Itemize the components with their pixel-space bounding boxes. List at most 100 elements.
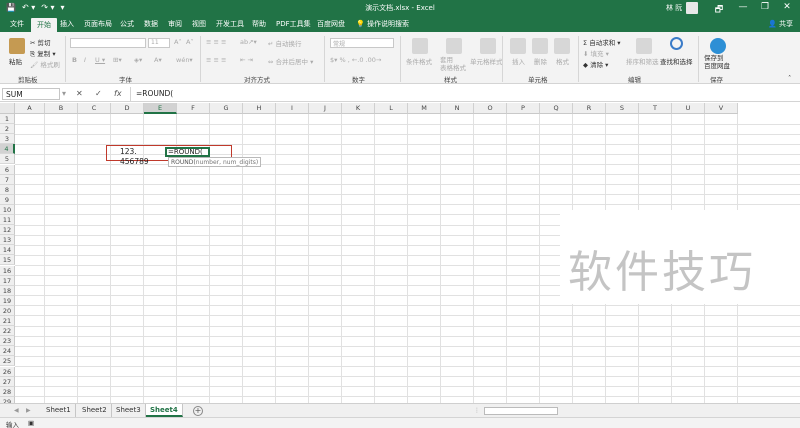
column-header[interactable]: K bbox=[342, 103, 375, 114]
row-header[interactable]: 9 bbox=[0, 194, 15, 205]
prev-sheet-icon[interactable]: ◀ bbox=[14, 407, 19, 414]
column-header[interactable]: F bbox=[177, 103, 210, 114]
maximize-icon[interactable]: ❐ bbox=[758, 2, 772, 12]
macro-record-icon[interactable]: ▣ bbox=[28, 419, 34, 427]
row-header[interactable]: 23 bbox=[0, 336, 15, 347]
row-header[interactable]: 21 bbox=[0, 316, 15, 326]
insert-cells-icon[interactable] bbox=[510, 38, 526, 54]
row-header[interactable]: 19 bbox=[0, 295, 15, 306]
column-header[interactable]: T bbox=[639, 103, 672, 114]
align-left-icon[interactable]: ≡ ≡ ≡ bbox=[206, 56, 226, 64]
underline-button[interactable]: U ▾ bbox=[95, 56, 105, 64]
row-header[interactable]: 28 bbox=[0, 386, 15, 397]
row-header[interactable]: 12 bbox=[0, 225, 15, 236]
paste-icon[interactable] bbox=[9, 38, 25, 54]
accounting-icon[interactable]: $▾ % , ←.0 .00→ bbox=[330, 56, 381, 64]
cancel-formula-icon[interactable]: ✕ bbox=[76, 89, 83, 98]
column-header[interactable]: U bbox=[672, 103, 705, 114]
italic-button[interactable]: I bbox=[84, 56, 86, 64]
font-name-combo[interactable] bbox=[70, 38, 146, 48]
row-header[interactable]: 13 bbox=[0, 235, 15, 246]
merge-center-button[interactable]: ⇔ 合并后居中 ▾ bbox=[268, 56, 313, 66]
delete-cells-button[interactable]: 删除 bbox=[534, 56, 547, 66]
tab-view[interactable]: 视图 bbox=[192, 19, 206, 29]
find-select-button[interactable]: 查找和选择 bbox=[660, 56, 693, 66]
tooltip-function-name[interactable]: ROUND( bbox=[171, 159, 196, 166]
row-header[interactable]: 26 bbox=[0, 366, 15, 377]
tab-pdf-tools[interactable]: PDF工具集 bbox=[276, 19, 311, 29]
row-header[interactable]: 6 bbox=[0, 164, 15, 175]
tab-insert[interactable]: 插入 bbox=[60, 19, 74, 29]
column-header[interactable]: O bbox=[474, 103, 507, 114]
shrink-font-button[interactable]: A˅ bbox=[186, 38, 194, 46]
grow-font-button[interactable]: A˄ bbox=[174, 38, 182, 46]
number-format-combo[interactable]: 常规 bbox=[330, 38, 394, 48]
cell-e4-editor[interactable]: =ROUND( bbox=[165, 147, 210, 157]
select-all-corner[interactable] bbox=[0, 103, 15, 114]
format-as-table-button[interactable]: 套用 表格格式 bbox=[440, 56, 466, 72]
more-sheets-icon[interactable]: ⋮ bbox=[474, 407, 480, 414]
align-top-icon[interactable]: ≡ ≡ ≡ bbox=[206, 38, 226, 46]
column-header[interactable]: S bbox=[606, 103, 639, 114]
column-header[interactable]: Q bbox=[540, 103, 573, 114]
column-header[interactable]: A bbox=[15, 103, 45, 114]
column-header[interactable]: J bbox=[309, 103, 342, 114]
cell-styles-button[interactable]: 单元格样式 bbox=[470, 56, 503, 66]
column-header[interactable]: R bbox=[573, 103, 606, 114]
sheet-tab-1[interactable]: Sheet1 bbox=[42, 404, 76, 417]
orientation-icon[interactable]: ab↗▾ bbox=[240, 38, 257, 46]
clear-button[interactable]: ◆ 清除 ▾ bbox=[583, 59, 608, 69]
tab-home[interactable]: 开始 bbox=[31, 18, 57, 32]
share-button[interactable]: 👤 共享 bbox=[768, 19, 793, 29]
row-header[interactable]: 18 bbox=[0, 285, 15, 296]
magnifier-icon[interactable] bbox=[670, 37, 683, 50]
column-header[interactable]: C bbox=[78, 103, 111, 114]
baidu-cloud-icon[interactable] bbox=[710, 38, 726, 54]
row-header[interactable]: 10 bbox=[0, 204, 15, 215]
conditional-format-button[interactable]: 条件格式 bbox=[406, 56, 432, 66]
formula-input[interactable]: =ROUND( bbox=[130, 87, 798, 101]
indent-icon[interactable]: ⇤ ⇥ bbox=[240, 56, 253, 64]
sort-filter-button[interactable]: 排序和筛选 bbox=[626, 56, 659, 66]
row-header[interactable]: 1 bbox=[0, 114, 15, 124]
autosum-button[interactable]: Σ 自动求和 ▾ bbox=[583, 37, 621, 47]
phonetic-icon[interactable]: wén▾ bbox=[176, 56, 193, 64]
avatar[interactable] bbox=[686, 2, 698, 14]
next-sheet-icon[interactable]: ▶ bbox=[26, 407, 31, 414]
tab-help[interactable]: 帮助 bbox=[252, 19, 266, 29]
cell-styles-icon[interactable] bbox=[480, 38, 496, 54]
column-header[interactable]: E bbox=[144, 103, 177, 114]
tab-page-layout[interactable]: 页面布局 bbox=[84, 19, 112, 29]
name-box[interactable]: SUM bbox=[2, 88, 60, 100]
fill-button[interactable]: ⬇ 填充 ▾ bbox=[583, 48, 609, 58]
row-header[interactable]: 3 bbox=[0, 134, 15, 145]
horizontal-scrollbar[interactable] bbox=[484, 407, 558, 415]
copy-button[interactable]: ⎘ 复制 ▾ bbox=[30, 48, 56, 59]
row-header[interactable]: 8 bbox=[0, 184, 15, 195]
column-header[interactable]: P bbox=[507, 103, 540, 114]
row-header[interactable]: 27 bbox=[0, 376, 15, 387]
cell-d4[interactable]: 123. 456789 bbox=[120, 147, 165, 166]
column-header[interactable]: G bbox=[210, 103, 243, 114]
tell-me-search[interactable]: 💡 操作说明搜索 bbox=[356, 19, 409, 29]
row-header[interactable]: 7 bbox=[0, 174, 15, 185]
format-cells-icon[interactable] bbox=[554, 38, 570, 54]
ribbon-display-icon[interactable]: 🗗 bbox=[712, 2, 726, 18]
row-header[interactable]: 20 bbox=[0, 305, 15, 316]
tab-formulas[interactable]: 公式 bbox=[120, 19, 134, 29]
column-header[interactable]: B bbox=[45, 103, 78, 114]
format-painter-button[interactable]: 🖌 格式刷 bbox=[30, 59, 60, 69]
add-sheet-icon[interactable]: + bbox=[193, 406, 203, 416]
fill-color-icon[interactable]: ◈▾ bbox=[134, 56, 142, 64]
row-header[interactable]: 5 bbox=[0, 154, 15, 165]
column-header[interactable]: L bbox=[375, 103, 408, 114]
row-header[interactable]: 11 bbox=[0, 215, 15, 225]
user-name[interactable]: 林 阮 bbox=[666, 3, 682, 13]
table-format-icon[interactable] bbox=[446, 38, 462, 54]
bold-button[interactable]: B bbox=[72, 56, 77, 64]
row-header[interactable]: 24 bbox=[0, 346, 15, 357]
column-header[interactable]: N bbox=[441, 103, 474, 114]
column-header[interactable]: H bbox=[243, 103, 276, 114]
font-color-icon[interactable]: A▾ bbox=[154, 56, 162, 64]
tab-data[interactable]: 数据 bbox=[144, 19, 158, 29]
